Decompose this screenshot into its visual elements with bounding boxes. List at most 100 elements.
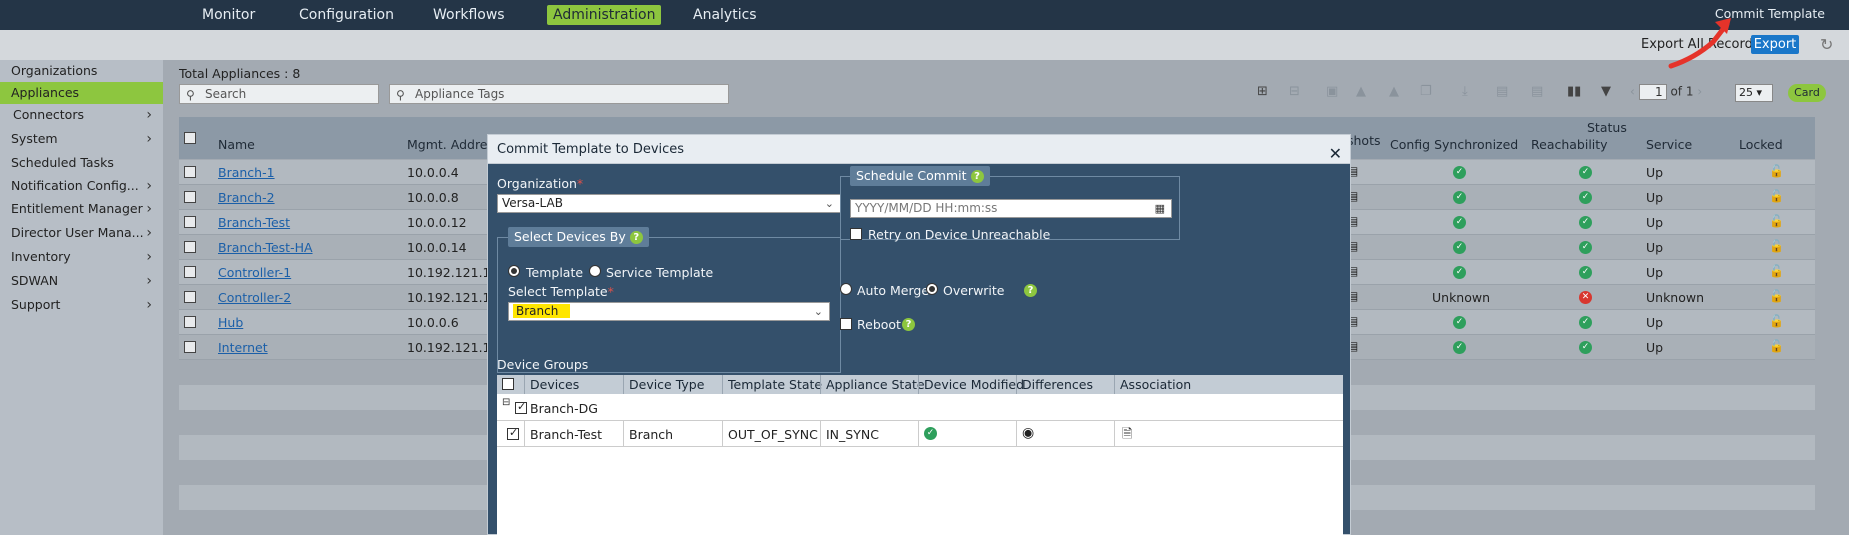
nav-configuration[interactable]: Configuration [299, 5, 394, 25]
appliance-name-link[interactable]: Branch-Test [218, 215, 290, 230]
filter-icon[interactable]: ▼ [1601, 84, 1611, 99]
col-association[interactable]: Association [1120, 377, 1191, 392]
report-icon[interactable]: ▤ [1531, 84, 1543, 99]
row-checkbox[interactable] [184, 291, 196, 303]
col-snapshots[interactable]: shots [1347, 133, 1381, 148]
check-icon: ✓ [1453, 241, 1466, 254]
sidebar-item-connectors[interactable]: Connectors › [0, 104, 163, 126]
unlock-icon[interactable]: 🔓 [1769, 289, 1784, 303]
nav-monitor[interactable]: Monitor [202, 5, 255, 25]
eye-icon[interactable]: ◉ [1022, 425, 1034, 441]
sidebar-item-director-user-management[interactable]: Director User Mana... › [0, 222, 163, 244]
search-input[interactable]: ⚲ Search [179, 84, 379, 104]
organization-select[interactable]: Versa-LAB ⌄ [497, 194, 841, 213]
card-view-toggle[interactable]: Card [1788, 84, 1826, 102]
column-divider [820, 375, 821, 394]
sidebar-item-notification-config[interactable]: Notification Config... › [0, 175, 163, 197]
row-checkbox[interactable] [184, 241, 196, 253]
appliance-name-link[interactable]: Internet [218, 340, 268, 355]
help-icon[interactable]: ? [629, 231, 643, 244]
document-icon[interactable]: ▤ [1496, 84, 1508, 99]
edit-icon[interactable]: ▣ [1326, 84, 1338, 99]
refresh-icon[interactable]: ↻ [1820, 35, 1838, 54]
sidebar-item-organizations[interactable]: Organizations [0, 60, 163, 82]
device-group-row[interactable]: ⊟ Branch-DG [497, 394, 1343, 421]
col-differences[interactable]: Differences [1022, 377, 1093, 392]
next-page-icon[interactable]: › [1697, 85, 1702, 99]
select-all-devices-checkbox[interactable] [502, 378, 514, 390]
reboot-checkbox[interactable] [840, 318, 852, 330]
device-checkbox[interactable] [507, 426, 519, 440]
copy-icon[interactable]: ❐ [1420, 84, 1432, 99]
row-checkbox[interactable] [184, 216, 196, 228]
sidebar-item-sdwan[interactable]: SDWAN › [0, 270, 163, 292]
unlock-icon[interactable]: 🔓 [1769, 264, 1784, 278]
appliance-tags-input[interactable]: ⚲ Appliance Tags [389, 84, 729, 104]
appliance-name-link[interactable]: Branch-Test-HA [218, 240, 313, 255]
import-icon[interactable]: ⤓ [1462, 84, 1468, 99]
row-checkbox[interactable] [184, 266, 196, 278]
delete-icon[interactable]: ⊟ [1289, 84, 1300, 99]
col-appliance-state[interactable]: Appliance State [826, 377, 925, 392]
sidebar-item-support[interactable]: Support › [0, 294, 163, 316]
service-template-radio[interactable] [589, 265, 601, 277]
nav-administration[interactable]: Administration [547, 5, 662, 25]
group-checkbox[interactable] [515, 400, 527, 414]
deploy-icon[interactable]: ▲ [1356, 84, 1366, 99]
help-icon[interactable]: ? [970, 170, 984, 183]
col-name[interactable]: Name [218, 137, 255, 152]
col-reachability[interactable]: Reachability [1531, 137, 1608, 152]
nav-analytics[interactable]: Analytics [693, 5, 757, 25]
sidebar-item-scheduled-tasks[interactable]: Scheduled Tasks [0, 152, 163, 174]
per-page-select[interactable]: 25 ▾ [1735, 84, 1773, 102]
template-radio[interactable] [508, 265, 520, 277]
appliance-name-link[interactable]: Controller-2 [218, 290, 291, 305]
upgrade-icon[interactable]: ▲ [1389, 84, 1399, 99]
unlock-icon[interactable]: 🔓 [1769, 164, 1784, 178]
appliance-name-link[interactable]: Branch-1 [218, 165, 275, 180]
row-checkbox[interactable] [184, 316, 196, 328]
close-icon[interactable]: ✕ [1329, 139, 1342, 168]
unlock-icon[interactable]: 🔓 [1769, 214, 1784, 228]
row-checkbox[interactable] [184, 191, 196, 203]
commit-template-dialog: Commit Template to Devices ✕ Organizatio… [487, 134, 1351, 535]
help-icon[interactable]: ? [1024, 284, 1037, 297]
select-template-dropdown[interactable]: Branch ⌄ [508, 302, 830, 321]
unlock-icon[interactable]: 🔓 [1769, 189, 1784, 203]
overwrite-radio[interactable] [926, 283, 938, 295]
row-checkbox[interactable] [184, 166, 196, 178]
sidebar-item-appliances[interactable]: Appliances [0, 82, 163, 104]
col-device-modified[interactable]: Device Modified [924, 377, 1024, 392]
sidebar-item-inventory[interactable]: Inventory › [0, 246, 163, 268]
select-all-checkbox[interactable] [184, 132, 196, 144]
col-device-type[interactable]: Device Type [629, 377, 704, 392]
col-service[interactable]: Service [1646, 137, 1692, 152]
prev-page-icon[interactable]: ‹ [1630, 85, 1635, 99]
retry-checkbox[interactable] [850, 228, 862, 240]
page-number-input[interactable]: 1 [1638, 84, 1667, 100]
unlock-icon[interactable]: 🔓 [1769, 314, 1784, 328]
unlock-icon[interactable]: 🔓 [1769, 339, 1784, 353]
collapse-icon[interactable]: ⊟ [502, 397, 510, 408]
unlock-icon[interactable]: 🔓 [1769, 239, 1784, 253]
row-checkbox[interactable] [184, 341, 196, 353]
col-locked[interactable]: Locked [1739, 137, 1783, 152]
columns-icon[interactable]: ▮▮ [1567, 84, 1581, 99]
col-template-state[interactable]: Template State [728, 377, 822, 392]
sidebar-item-entitlement-manager[interactable]: Entitlement Manager › [0, 198, 163, 220]
sidebar-item-system[interactable]: System › [0, 128, 163, 150]
association-document-icon[interactable]: 🗎 [1122, 425, 1132, 447]
export-button[interactable]: Export [1751, 35, 1799, 54]
appliance-name-link[interactable]: Controller-1 [218, 265, 291, 280]
nav-workflows[interactable]: Workflows [433, 5, 505, 25]
help-icon[interactable]: ? [902, 318, 915, 331]
calendar-icon[interactable]: ▦ [1155, 200, 1165, 217]
appliance-name-link[interactable]: Branch-2 [218, 190, 275, 205]
col-config-synchronized[interactable]: Config Synchronized [1390, 137, 1518, 152]
appliance-name-link[interactable]: Hub [218, 315, 243, 330]
device-row[interactable]: Branch-Test Branch OUT_OF_SYNC IN_SYNC ✓… [497, 421, 1343, 447]
col-devices[interactable]: Devices [530, 377, 579, 392]
schedule-datetime-input[interactable]: YYYY/MM/DD HH:mm:ss ▦ [850, 199, 1172, 218]
add-icon[interactable]: ⊞ [1257, 84, 1268, 99]
auto-merge-radio[interactable] [840, 283, 852, 295]
